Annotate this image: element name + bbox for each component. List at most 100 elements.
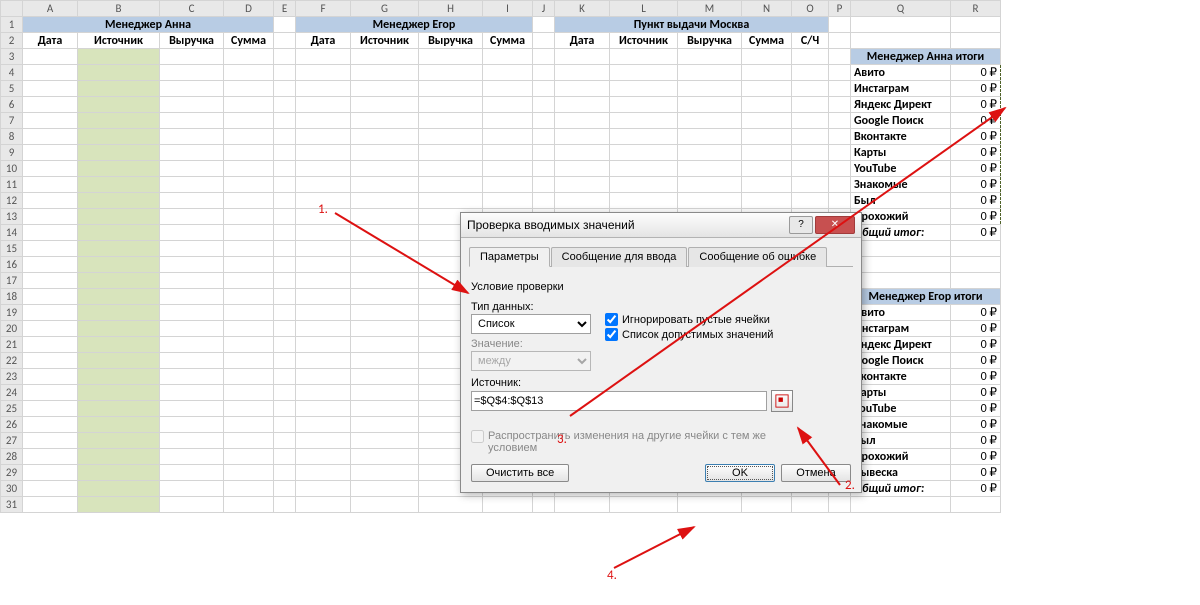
row-header-25[interactable]: 25 [1, 401, 23, 417]
cell-A28[interactable] [23, 449, 78, 465]
cell-A19[interactable] [23, 305, 78, 321]
cell-G25[interactable] [351, 401, 419, 417]
cell-P3[interactable] [829, 49, 851, 65]
cell-Q21[interactable]: Яндекс Директ [851, 337, 951, 353]
col-header-A[interactable]: A [23, 1, 78, 17]
cell-N5[interactable] [742, 81, 792, 97]
in-cell-dropdown-check[interactable]: Список допустимых значений [605, 328, 773, 341]
row-header-20[interactable]: 20 [1, 321, 23, 337]
cell-E17[interactable] [274, 273, 296, 289]
cell-P1[interactable] [829, 17, 851, 33]
cell-F17[interactable] [296, 273, 351, 289]
ignore-blank-check[interactable]: Игнорировать пустые ячейки [605, 313, 773, 326]
type-combo[interactable]: Список [471, 314, 591, 334]
col-header-P[interactable]: P [829, 1, 851, 17]
row-header-23[interactable]: 23 [1, 369, 23, 385]
cell-H11[interactable] [419, 177, 483, 193]
cell-D7[interactable] [224, 113, 274, 129]
cell-Q15[interactable] [851, 241, 951, 257]
cell-G19[interactable] [351, 305, 419, 321]
cell-Q26[interactable]: Знакомые [851, 417, 951, 433]
cell-Q16[interactable] [851, 257, 951, 273]
cell-G7[interactable] [351, 113, 419, 129]
row-header-10[interactable]: 10 [1, 161, 23, 177]
cell-H10[interactable] [419, 161, 483, 177]
cell-P4[interactable] [829, 65, 851, 81]
row-header-6[interactable]: 6 [1, 97, 23, 113]
row-header-31[interactable]: 31 [1, 497, 23, 513]
cell-F22[interactable] [296, 353, 351, 369]
cell-F11[interactable] [296, 177, 351, 193]
col-header-F[interactable]: F [296, 1, 351, 17]
cell-E1[interactable] [274, 17, 296, 33]
row-header-22[interactable]: 22 [1, 353, 23, 369]
cell-B10[interactable] [78, 161, 160, 177]
cell-A30[interactable] [23, 481, 78, 497]
cell-F9[interactable] [296, 145, 351, 161]
row-header-21[interactable]: 21 [1, 337, 23, 353]
cell-C27[interactable] [160, 433, 224, 449]
cell-O10[interactable] [792, 161, 829, 177]
cell-D10[interactable] [224, 161, 274, 177]
cell-L7[interactable] [610, 113, 678, 129]
cell-D23[interactable] [224, 369, 274, 385]
cell-A27[interactable] [23, 433, 78, 449]
cell-P6[interactable] [829, 97, 851, 113]
cell-O9[interactable] [792, 145, 829, 161]
cell-H5[interactable] [419, 81, 483, 97]
cell-R17[interactable] [951, 273, 1001, 289]
row-header-3[interactable]: 3 [1, 49, 23, 65]
cell-B24[interactable] [78, 385, 160, 401]
cell-C22[interactable] [160, 353, 224, 369]
cell-Q1[interactable] [851, 17, 951, 33]
cell-Q23[interactable]: Вконтакте [851, 369, 951, 385]
cell-E7[interactable] [274, 113, 296, 129]
cell-E15[interactable] [274, 241, 296, 257]
tab-error-alert[interactable]: Сообщение об ошибке [688, 247, 827, 267]
cell-L5[interactable] [610, 81, 678, 97]
col-header-B[interactable]: B [78, 1, 160, 17]
cell-M3[interactable] [678, 49, 742, 65]
cell-E20[interactable] [274, 321, 296, 337]
cell-B16[interactable] [78, 257, 160, 273]
cell-C31[interactable] [160, 497, 224, 513]
cell-L9[interactable] [610, 145, 678, 161]
cell-E8[interactable] [274, 129, 296, 145]
cell-E18[interactable] [274, 289, 296, 305]
cell-H3[interactable] [419, 49, 483, 65]
col-header-J[interactable]: J [533, 1, 555, 17]
cell-L8[interactable] [610, 129, 678, 145]
cell-K7[interactable] [555, 113, 610, 129]
cell-R13[interactable]: 0 ₽ [951, 209, 1001, 225]
cell-Q11[interactable]: Знакомые [851, 177, 951, 193]
cell-B3[interactable] [78, 49, 160, 65]
cell-B9[interactable] [78, 145, 160, 161]
cell-G23[interactable] [351, 369, 419, 385]
col-header-M[interactable]: M [678, 1, 742, 17]
row-header-1[interactable]: 1 [1, 17, 23, 33]
cell-C3[interactable] [160, 49, 224, 65]
cell-K12[interactable] [555, 193, 610, 209]
source-input[interactable] [471, 391, 767, 411]
row-header-18[interactable]: 18 [1, 289, 23, 305]
cell-E9[interactable] [274, 145, 296, 161]
cell-N2[interactable]: Сумма [742, 33, 792, 49]
cell-F7[interactable] [296, 113, 351, 129]
row-header-29[interactable]: 29 [1, 465, 23, 481]
cell-E22[interactable] [274, 353, 296, 369]
cell-H7[interactable] [419, 113, 483, 129]
cell-C4[interactable] [160, 65, 224, 81]
cell-N3[interactable] [742, 49, 792, 65]
cell-A18[interactable] [23, 289, 78, 305]
cell-I7[interactable] [483, 113, 533, 129]
cell-O4[interactable] [792, 65, 829, 81]
cell-P5[interactable] [829, 81, 851, 97]
cell-M10[interactable] [678, 161, 742, 177]
cell-Q31[interactable] [851, 497, 951, 513]
cell-R30[interactable]: 0 ₽ [951, 481, 1001, 497]
cell-F15[interactable] [296, 241, 351, 257]
cell-R11[interactable]: 0 ₽ [951, 177, 1001, 193]
col-header-E[interactable]: E [274, 1, 296, 17]
cell-Q22[interactable]: Google Поиск [851, 353, 951, 369]
summary2-title[interactable]: Менеджер Егор итоги [851, 289, 1001, 305]
